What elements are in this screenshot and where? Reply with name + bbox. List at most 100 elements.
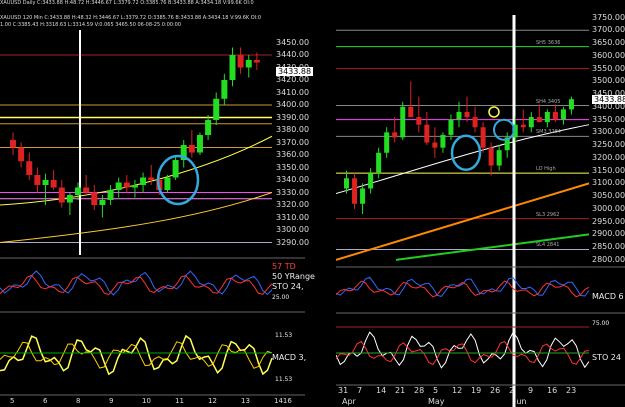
left-price-label-0: 3450.00 <box>276 37 310 47</box>
right-candle-body-3 <box>368 173 374 189</box>
left-price-label-8: 3370.00 <box>276 137 310 147</box>
left-candle-body-0 <box>10 140 16 148</box>
left-candle-body-5 <box>50 180 57 188</box>
right-candle-body-14 <box>456 111 462 120</box>
left-ind1-label-3: 25.00 <box>272 294 290 301</box>
right-price-chart[interactable] <box>336 0 625 407</box>
left-candle-body-1 <box>18 147 25 162</box>
right-candle-body-7 <box>400 106 406 138</box>
right-time-label-9: 2 <box>509 386 515 395</box>
right-price-label-8: 3350.00 <box>592 114 625 124</box>
left-last-price: 3433.88 <box>276 67 314 76</box>
right-price-label-11: 3200.00 <box>592 152 625 162</box>
right-candle-body-25 <box>544 111 550 123</box>
left-time-label-7: 13 <box>241 397 250 405</box>
left-price-chart[interactable] <box>0 0 305 407</box>
left-candle-body-2 <box>26 161 33 175</box>
right-price-label-0: 3750.00 <box>592 12 625 22</box>
right-price-label-9: 3300.00 <box>592 127 625 137</box>
left-ind2-label-0: 11.53 <box>275 332 293 339</box>
right-price-label-3: 3600.00 <box>592 50 625 60</box>
left-price-label-10: 3350.00 <box>276 162 310 172</box>
left-ind2-label-2: 11.53 <box>275 376 293 383</box>
left-price-label-14: 3310.00 <box>276 212 310 222</box>
right-time-label-0: 31 <box>338 386 349 395</box>
left-price-label-4: 3410.00 <box>276 87 310 97</box>
right-candle-body-13 <box>448 119 454 135</box>
left-candle-body-3 <box>34 175 41 185</box>
left-price-label-7: 3380.00 <box>276 125 310 134</box>
left-price-label-3: 3420.00 <box>276 75 310 84</box>
right-ind2-line-a <box>336 331 590 369</box>
left-candle-body-16 <box>140 177 147 185</box>
left-time-label-6: 12 <box>208 397 217 405</box>
right-candle-body-9 <box>416 117 422 125</box>
left-candle-body-25 <box>213 98 220 120</box>
right-level-label-2: SM3 3284 <box>536 129 561 136</box>
left-price-label-5: 3400.00 <box>276 100 310 109</box>
right-candle-body-27 <box>560 109 566 120</box>
left-time-label-3: 9 <box>109 397 114 405</box>
right-ind1-line-a <box>336 276 590 297</box>
left-candle-body-9 <box>83 187 90 193</box>
right-candle-body-5 <box>384 132 390 153</box>
left-candle-body-15 <box>131 185 138 188</box>
right-candle-body-24 <box>536 117 542 123</box>
left-price-label-15: 3300.00 <box>276 225 310 234</box>
right-candle-body-1 <box>352 178 358 204</box>
right-time-label-8: 26 <box>490 386 501 395</box>
left-candle-body-20 <box>172 160 179 178</box>
right-price-label-10: 3250.00 <box>592 140 625 150</box>
right-price-label-12: 3150.00 <box>592 165 625 175</box>
right-candle-body-4 <box>376 152 382 174</box>
left-price-label-16: 3290.00 <box>276 237 310 247</box>
left-candle-body-22 <box>188 145 195 153</box>
left-candle-body-6 <box>58 187 65 203</box>
right-price-label-14: 3050.00 <box>592 191 625 201</box>
right-time-label-12: 23 <box>566 386 577 395</box>
right-candle-body-22 <box>520 124 526 128</box>
right-candle-body-8 <box>408 106 414 118</box>
right-price-label-4: 3550.00 <box>592 63 625 73</box>
right-candle-body-15 <box>464 111 470 118</box>
right-time-label-7: 19 <box>471 386 482 395</box>
right-price-label-5: 3500.00 <box>592 76 625 86</box>
right-price-label-1: 3700.00 <box>592 25 625 35</box>
left-candle-body-12 <box>107 190 114 200</box>
right-last-price: 3433.88 <box>592 95 625 104</box>
right-price-label-18: 2850.00 <box>592 242 625 252</box>
left-candle-body-19 <box>164 177 171 190</box>
left-candle-body-11 <box>99 200 106 205</box>
left-candle-body-27 <box>229 55 236 80</box>
right-level-label-4: SL3 2962 <box>536 211 560 218</box>
right-month-label-0: Apr <box>342 397 356 406</box>
left-price-label-6: 3390.00 <box>276 112 310 122</box>
left-candle-body-14 <box>123 182 130 188</box>
left-time-label-2: 8 <box>76 397 81 405</box>
left-candle-body-8 <box>75 187 82 195</box>
left-candle-body-17 <box>148 177 155 180</box>
right-chart-panel: 3750.00 3700.00 3650.00 3600.00 3550.00 3500.… <box>336 0 625 407</box>
left-time-label-8: 1416 <box>274 397 292 405</box>
left-candle-body-23 <box>196 135 203 153</box>
left-ind1-label-2: STO 24, <box>272 282 304 291</box>
right-price-label-15: 3000.00 <box>592 203 625 213</box>
right-price-label-19: 2800.00 <box>592 254 625 264</box>
left-ind1-label-1: 50 YRange <box>272 272 315 281</box>
right-level-label-0: SH5 3636 <box>536 39 561 46</box>
right-time-label-2: 14 <box>376 386 387 395</box>
right-candle-body-17 <box>480 127 486 148</box>
left-time-label-1: 6 <box>43 397 48 405</box>
right-candle-body-28 <box>568 99 574 110</box>
right-candle-body-12 <box>440 134 446 148</box>
right-level-label-3: LO High <box>536 166 556 173</box>
left-price-label-13: 3320.00 <box>276 200 310 209</box>
left-chart-panel: XAUUSD Daily C:3433.88 H:48.72 H:3446.67… <box>0 0 315 407</box>
left-ind2-label-1: MACD 3, <box>272 353 307 362</box>
left-price-label-11: 3340.00 <box>276 175 310 184</box>
right-time-label-11: 16 <box>547 386 558 395</box>
left-price-label-1: 3440.00 <box>276 50 310 59</box>
right-time-label-6: 12 <box>452 386 463 395</box>
right-candle-body-2 <box>360 188 366 204</box>
right-candle-body-23 <box>528 117 534 128</box>
